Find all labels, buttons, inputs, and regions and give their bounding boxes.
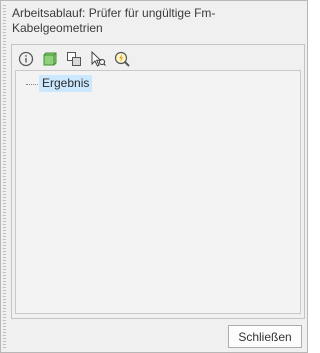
overlap-button[interactable] — [65, 50, 83, 68]
green-feature-icon — [43, 52, 57, 66]
tree-connector-line — [26, 83, 38, 85]
select-button[interactable] — [89, 50, 107, 68]
toolbar — [17, 50, 131, 68]
pane-resize-grip[interactable] — [3, 5, 6, 349]
select-pointer-icon — [91, 51, 106, 67]
tree-item-ergebnis[interactable]: Ergebnis — [26, 75, 93, 92]
overlap-layers-icon — [67, 52, 81, 66]
feature-button[interactable] — [41, 50, 59, 68]
result-tree: Ergebnis — [15, 70, 301, 314]
close-button[interactable]: Schließen — [228, 325, 302, 348]
workflow-pane: Arbeitsablauf: Prüfer für ungültige Fm-K… — [0, 0, 308, 353]
zoom-flash-button[interactable] — [113, 50, 131, 68]
tree-item-label: Ergebnis — [39, 75, 93, 92]
info-icon — [18, 51, 34, 67]
zoom-flash-icon — [114, 51, 130, 67]
pane-title: Arbeitsablauf: Prüfer für ungültige Fm-K… — [12, 6, 216, 35]
pane-content: Ergebnis — [11, 44, 305, 319]
info-button[interactable] — [17, 50, 35, 68]
